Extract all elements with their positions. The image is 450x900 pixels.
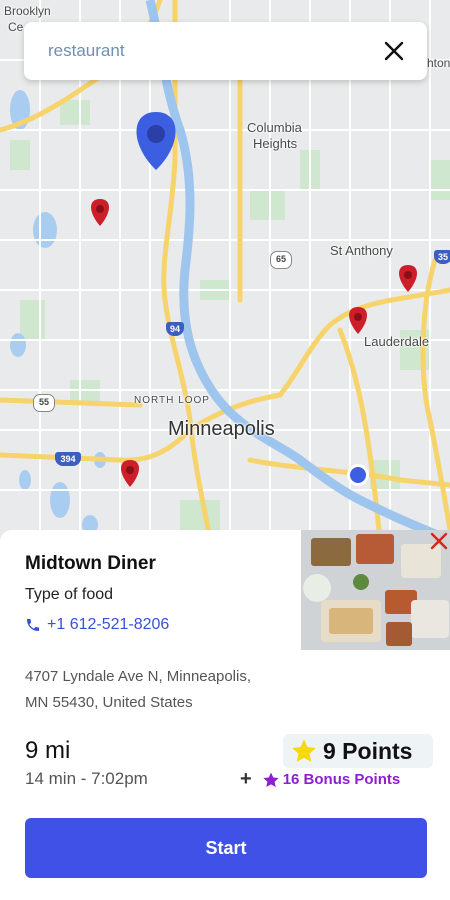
- interstate-394-shield: 394: [55, 452, 81, 466]
- start-button[interactable]: Start: [25, 818, 427, 878]
- place-name: Midtown Diner: [25, 553, 156, 574]
- map-view[interactable]: Brooklyn Ce hton Columbia Heights St Ant…: [0, 0, 450, 540]
- distance: 9 mi: [25, 737, 71, 764]
- star-icon: [292, 739, 316, 762]
- bonus-points: + 16 Bonus Points: [240, 768, 400, 791]
- map-label-minneapolis: Minneapolis: [168, 418, 275, 440]
- map-label-brooklyn-ce: Ce: [8, 20, 24, 34]
- map-label-st-anthony: St Anthony: [330, 243, 393, 258]
- interstate-35-shield: 35: [434, 250, 450, 264]
- map-label-hton: hton: [427, 56, 450, 70]
- map-label-north-loop: NORTH LOOP: [134, 395, 210, 406]
- search-bar[interactable]: restaurant: [24, 22, 427, 80]
- address-line-1: 4707 Lyndale Ave N, Minneapolis,: [25, 668, 251, 685]
- interstate-94-shield: 94: [166, 322, 184, 336]
- points-value: 9 Points: [323, 737, 413, 764]
- address-line-2: MN 55430, United States: [25, 694, 193, 711]
- map-label-columbia: Columbia: [247, 120, 302, 135]
- close-photo-icon[interactable]: [428, 530, 450, 552]
- route-65-shield: 65: [270, 251, 292, 269]
- food-type: Type of food: [25, 586, 114, 603]
- address: 4707 Lyndale Ave N, Minneapolis, MN 5543…: [25, 664, 305, 716]
- phone-link[interactable]: +1 612-521-8206: [25, 615, 169, 635]
- bonus-star-icon: [263, 772, 279, 787]
- bonus-points-text: 16 Bonus Points: [282, 771, 401, 788]
- eta: 14 min - 7:02pm: [25, 769, 148, 788]
- search-input[interactable]: restaurant: [48, 41, 125, 61]
- map-label-brooklyn: Brooklyn: [4, 4, 51, 18]
- bonus-plus: +: [240, 768, 252, 790]
- map-label-lauderdale: Lauderdale: [364, 334, 430, 349]
- route-55-shield: 55: [33, 394, 55, 412]
- map-label-heights: Heights: [253, 136, 298, 151]
- close-icon[interactable]: [383, 40, 405, 62]
- points-badge: 9 Points: [283, 734, 433, 768]
- phone-number[interactable]: +1 612-521-8206: [47, 616, 169, 634]
- phone-icon: [27, 619, 39, 631]
